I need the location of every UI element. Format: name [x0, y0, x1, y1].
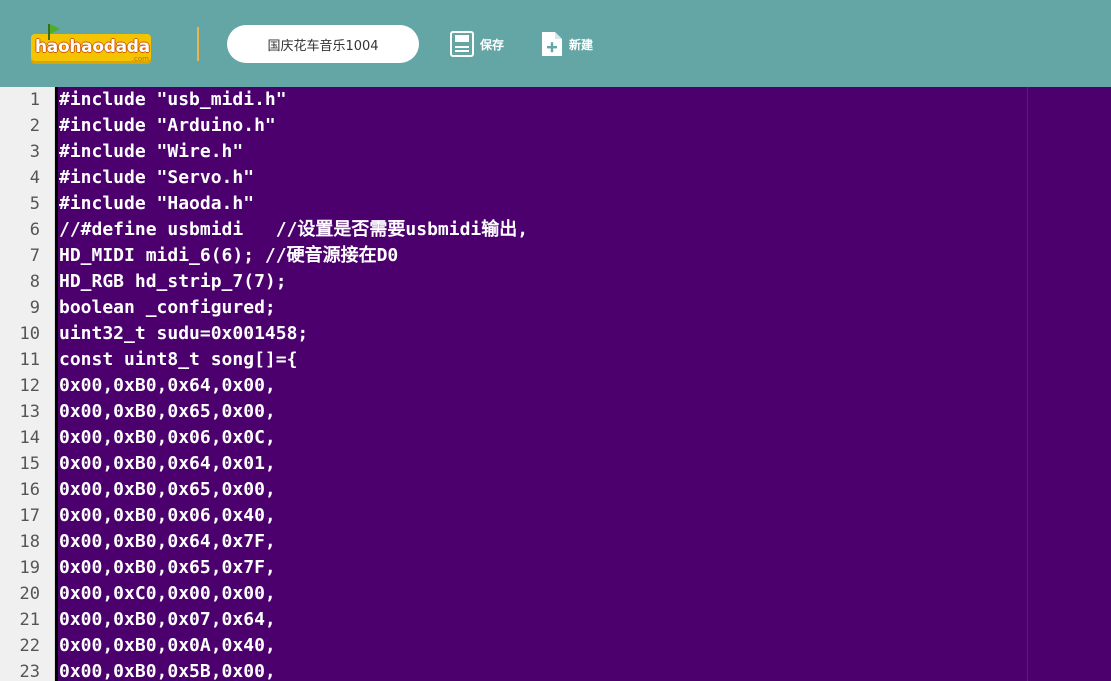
code-line[interactable]: 19 0x00,0xB0,0x65,0x7F, [0, 555, 1027, 581]
code-line[interactable]: 4 #include "Servo.h" [0, 165, 1027, 191]
code-line-text[interactable]: HD_MIDI midi_6(6); //硬音源接在D0 [59, 243, 398, 269]
line-number: 17 [19, 506, 40, 526]
code-line-text[interactable]: 0x00,0xB0,0x64,0x7F, [59, 529, 276, 555]
code-line[interactable]: 14 0x00,0xB0,0x06,0x0C, [0, 425, 1027, 451]
save-icon [450, 31, 474, 57]
line-number: 22 [19, 636, 40, 656]
file-name-input[interactable] [227, 25, 419, 63]
code-line[interactable]: 1 #include "usb_midi.h" [0, 87, 1027, 113]
code-line[interactable]: 20 0x00,0xC0,0x00,0x00, [0, 581, 1027, 607]
line-number: 20 [19, 584, 40, 604]
line-number: 3 [29, 142, 40, 162]
code-line[interactable]: 6 //#define usbmidi //设置是否需要usbmidi输出, [0, 217, 1027, 243]
code-line-text[interactable]: #include "Servo.h" [59, 165, 254, 191]
line-number: 4 [29, 168, 40, 188]
code-line-text[interactable]: boolean _configured; [59, 295, 276, 321]
line-number: 23 [19, 662, 40, 681]
code-line[interactable]: 9 boolean _configured; [0, 295, 1027, 321]
code-line-text[interactable]: 0x00,0xB0,0x5B,0x00, [59, 659, 276, 681]
line-number: 2 [29, 116, 40, 136]
line-number: 5 [29, 194, 40, 214]
line-number: 11 [19, 350, 40, 370]
code-line-text[interactable]: 0x00,0xB0,0x65,0x7F, [59, 555, 276, 581]
new-file-label: 新建 [569, 37, 594, 52]
new-file-button[interactable]: 新建 [541, 30, 593, 58]
new-file-icon [542, 32, 562, 56]
code-line-text[interactable]: #include "Wire.h" [59, 139, 243, 165]
code-line-text[interactable]: 0x00,0xB0,0x07,0x64, [59, 607, 276, 633]
code-line[interactable]: 16 0x00,0xB0,0x65,0x00, [0, 477, 1027, 503]
top-toolbar: haohaodada .com 保存 新建 [0, 0, 1111, 87]
code-line[interactable]: 21 0x00,0xB0,0x07,0x64, [0, 607, 1027, 633]
line-number: 12 [19, 376, 40, 396]
line-number: 14 [19, 428, 40, 448]
code-line[interactable]: 13 0x00,0xB0,0x65,0x00, [0, 399, 1027, 425]
line-number: 7 [29, 246, 40, 266]
code-editor[interactable]: 1 #include "usb_midi.h" 2 #include "Arduino… [0, 87, 1111, 681]
code-line-text[interactable]: const uint8_t song[]={ [59, 347, 297, 373]
code-line-text[interactable]: 0x00,0xB0,0x0A,0x40, [59, 633, 276, 659]
code-line-text[interactable]: 0x00,0xB0,0x65,0x00, [59, 477, 276, 503]
code-line[interactable]: 3 #include "Wire.h" [0, 139, 1027, 165]
code-line[interactable]: 23 0x00,0xB0,0x5B,0x00, [0, 659, 1027, 681]
line-number: 19 [19, 558, 40, 578]
line-number: 1 [29, 90, 40, 110]
code-line[interactable]: 15 0x00,0xB0,0x64,0x01, [0, 451, 1027, 477]
code-line-text[interactable]: #include "Arduino.h" [59, 113, 276, 139]
save-label: 保存 [480, 37, 505, 52]
print-margin-line [1027, 87, 1028, 681]
code-line[interactable]: 5 #include "Haoda.h" [0, 191, 1027, 217]
code-line-text[interactable]: 0x00,0xB0,0x65,0x00, [59, 399, 276, 425]
haohaodada-logo[interactable]: haohaodada .com [31, 24, 153, 66]
flag-icon [50, 24, 60, 34]
code-line[interactable]: 18 0x00,0xB0,0x64,0x7F, [0, 529, 1027, 555]
line-number: 16 [19, 480, 40, 500]
code-line-text[interactable]: //#define usbmidi //设置是否需要usbmidi输出, [59, 217, 528, 243]
logo-text: haohaodada [35, 37, 150, 57]
code-line-text[interactable]: 0x00,0xB0,0x64,0x01, [59, 451, 276, 477]
code-line-text[interactable]: 0x00,0xB0,0x06,0x0C, [59, 425, 276, 451]
code-line-text[interactable]: #include "usb_midi.h" [59, 87, 287, 113]
toolbar-divider [197, 27, 199, 61]
code-line-text[interactable]: uint32_t sudu=0x001458; [59, 321, 308, 347]
line-number: 15 [19, 454, 40, 474]
code-line[interactable]: 22 0x00,0xB0,0x0A,0x40, [0, 633, 1027, 659]
line-number: 10 [19, 324, 40, 344]
code-line[interactable]: 10 uint32_t sudu=0x001458; [0, 321, 1027, 347]
code-line[interactable]: 8 HD_RGB hd_strip_7(7); [0, 269, 1027, 295]
code-line[interactable]: 12 0x00,0xB0,0x64,0x00, [0, 373, 1027, 399]
code-line[interactable]: 2 #include "Arduino.h" [0, 113, 1027, 139]
line-number: 18 [19, 532, 40, 552]
code-line[interactable]: 7 HD_MIDI midi_6(6); //硬音源接在D0 [0, 243, 1027, 269]
code-line-text[interactable]: 0x00,0xB0,0x06,0x40, [59, 503, 276, 529]
line-number: 6 [29, 220, 40, 240]
logo-subtext: .com [131, 55, 149, 63]
line-number: 13 [19, 402, 40, 422]
line-number: 9 [29, 298, 40, 318]
line-number: 21 [19, 610, 40, 630]
code-line[interactable]: 11 const uint8_t song[]={ [0, 347, 1027, 373]
code-line-text[interactable]: HD_RGB hd_strip_7(7); [59, 269, 287, 295]
save-button[interactable]: 保存 [450, 30, 504, 58]
line-number: 8 [29, 272, 40, 292]
code-line[interactable]: 17 0x00,0xB0,0x06,0x40, [0, 503, 1027, 529]
code-line-text[interactable]: #include "Haoda.h" [59, 191, 254, 217]
code-line-text[interactable]: 0x00,0xB0,0x64,0x00, [59, 373, 276, 399]
code-line-text[interactable]: 0x00,0xC0,0x00,0x00, [59, 581, 276, 607]
